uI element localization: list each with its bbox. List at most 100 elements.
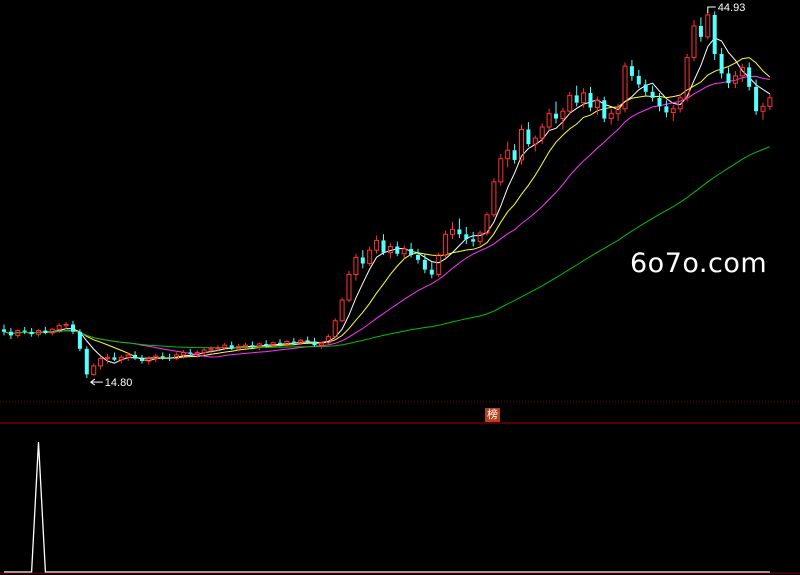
candle bbox=[739, 63, 745, 82]
candle bbox=[747, 62, 752, 91]
candle-body-down bbox=[188, 352, 193, 354]
candle bbox=[374, 235, 380, 254]
candle bbox=[691, 19, 697, 62]
candle bbox=[416, 248, 420, 264]
candle-body-down bbox=[526, 129, 531, 145]
candle-body-up bbox=[684, 57, 690, 99]
event-marker-badge[interactable]: 榜 bbox=[485, 408, 500, 422]
candle bbox=[112, 352, 117, 362]
candle-body-down bbox=[429, 269, 434, 275]
candle-body-up bbox=[491, 181, 497, 216]
candle bbox=[22, 326, 27, 335]
candle-body-down bbox=[726, 73, 731, 84]
candle-body-down bbox=[636, 75, 641, 85]
candle bbox=[457, 218, 462, 238]
candle-body-down bbox=[574, 95, 579, 103]
candle bbox=[2, 324, 6, 336]
candle-body-up bbox=[374, 239, 380, 251]
candle bbox=[560, 107, 566, 130]
candle bbox=[395, 241, 400, 257]
candle-body-up bbox=[256, 343, 262, 347]
candle-body-down bbox=[140, 358, 144, 362]
candle-body-down bbox=[554, 113, 558, 119]
candle bbox=[15, 329, 21, 338]
candle bbox=[381, 234, 386, 256]
candle bbox=[526, 122, 531, 147]
stock-chart: 44.93 14.80 bbox=[0, 2, 800, 574]
candle bbox=[436, 252, 442, 277]
candle-body-up bbox=[215, 347, 221, 350]
candle bbox=[133, 351, 138, 360]
candle bbox=[629, 60, 634, 81]
candle bbox=[505, 141, 511, 168]
candle-body-down bbox=[712, 14, 717, 54]
candle-body-up bbox=[505, 149, 511, 160]
candle-body-up bbox=[608, 113, 614, 120]
candle-body-up bbox=[760, 105, 766, 112]
candle-body-down bbox=[395, 246, 400, 254]
candle-body-down bbox=[457, 229, 462, 235]
candle-body-up bbox=[443, 233, 449, 256]
candle-body-up bbox=[581, 92, 587, 104]
indicator-line bbox=[4, 441, 770, 573]
candle-body-down bbox=[422, 259, 427, 270]
candle-body-up bbox=[339, 299, 345, 322]
ma10-line bbox=[3, 57, 771, 362]
candle bbox=[71, 320, 75, 335]
candle bbox=[174, 352, 179, 360]
candle bbox=[546, 108, 552, 131]
candle-body-down bbox=[160, 356, 165, 358]
candle-body-down bbox=[305, 340, 310, 342]
candle-body-up bbox=[477, 232, 483, 243]
candle-body-up bbox=[194, 351, 200, 355]
candle-body-up bbox=[401, 248, 407, 255]
candle bbox=[588, 86, 593, 112]
candle bbox=[657, 92, 662, 112]
candle-body-up bbox=[180, 351, 186, 356]
candle bbox=[491, 178, 497, 218]
candle-body-up bbox=[367, 249, 373, 265]
candle bbox=[450, 222, 455, 240]
moving-average-lines bbox=[3, 37, 771, 364]
candle bbox=[498, 153, 504, 186]
candle bbox=[705, 10, 711, 40]
candle bbox=[767, 94, 773, 111]
price-annotations: 44.93 14.80 bbox=[89, 2, 745, 389]
indicator-panel bbox=[4, 441, 770, 573]
candle-body-down bbox=[643, 84, 648, 92]
candle bbox=[443, 230, 449, 258]
candle bbox=[140, 354, 144, 364]
candle-body-down bbox=[312, 341, 317, 346]
candle-body-up bbox=[56, 325, 62, 330]
candle-body-down bbox=[360, 257, 365, 264]
candle-body-down bbox=[22, 330, 27, 332]
candle-body-up bbox=[118, 356, 124, 361]
candle-body-up bbox=[767, 97, 773, 107]
candlestick-series bbox=[2, 10, 773, 379]
candle-body-up bbox=[91, 365, 97, 375]
candle bbox=[318, 341, 324, 349]
candle-body-down bbox=[464, 234, 469, 240]
candle-body-down bbox=[71, 324, 75, 332]
candle-body-down bbox=[471, 239, 476, 242]
candle-body-up bbox=[546, 113, 552, 128]
candle bbox=[608, 108, 614, 125]
candle bbox=[754, 79, 759, 115]
candle bbox=[401, 245, 407, 259]
candle bbox=[339, 297, 345, 323]
candle-body-down bbox=[698, 25, 703, 37]
candle bbox=[29, 328, 34, 337]
candle bbox=[567, 91, 573, 115]
candle-body-up bbox=[208, 348, 214, 351]
candle-body-down bbox=[84, 348, 89, 375]
candle-body-up bbox=[125, 354, 131, 358]
candle-body-down bbox=[43, 330, 48, 333]
candle-body-up bbox=[201, 349, 207, 353]
candle-body-down bbox=[8, 331, 13, 336]
candle bbox=[429, 262, 434, 279]
candle-body-down bbox=[416, 255, 420, 260]
candle-body-up bbox=[270, 342, 276, 346]
candle bbox=[643, 79, 648, 97]
candle bbox=[325, 334, 331, 344]
candle bbox=[84, 346, 89, 379]
